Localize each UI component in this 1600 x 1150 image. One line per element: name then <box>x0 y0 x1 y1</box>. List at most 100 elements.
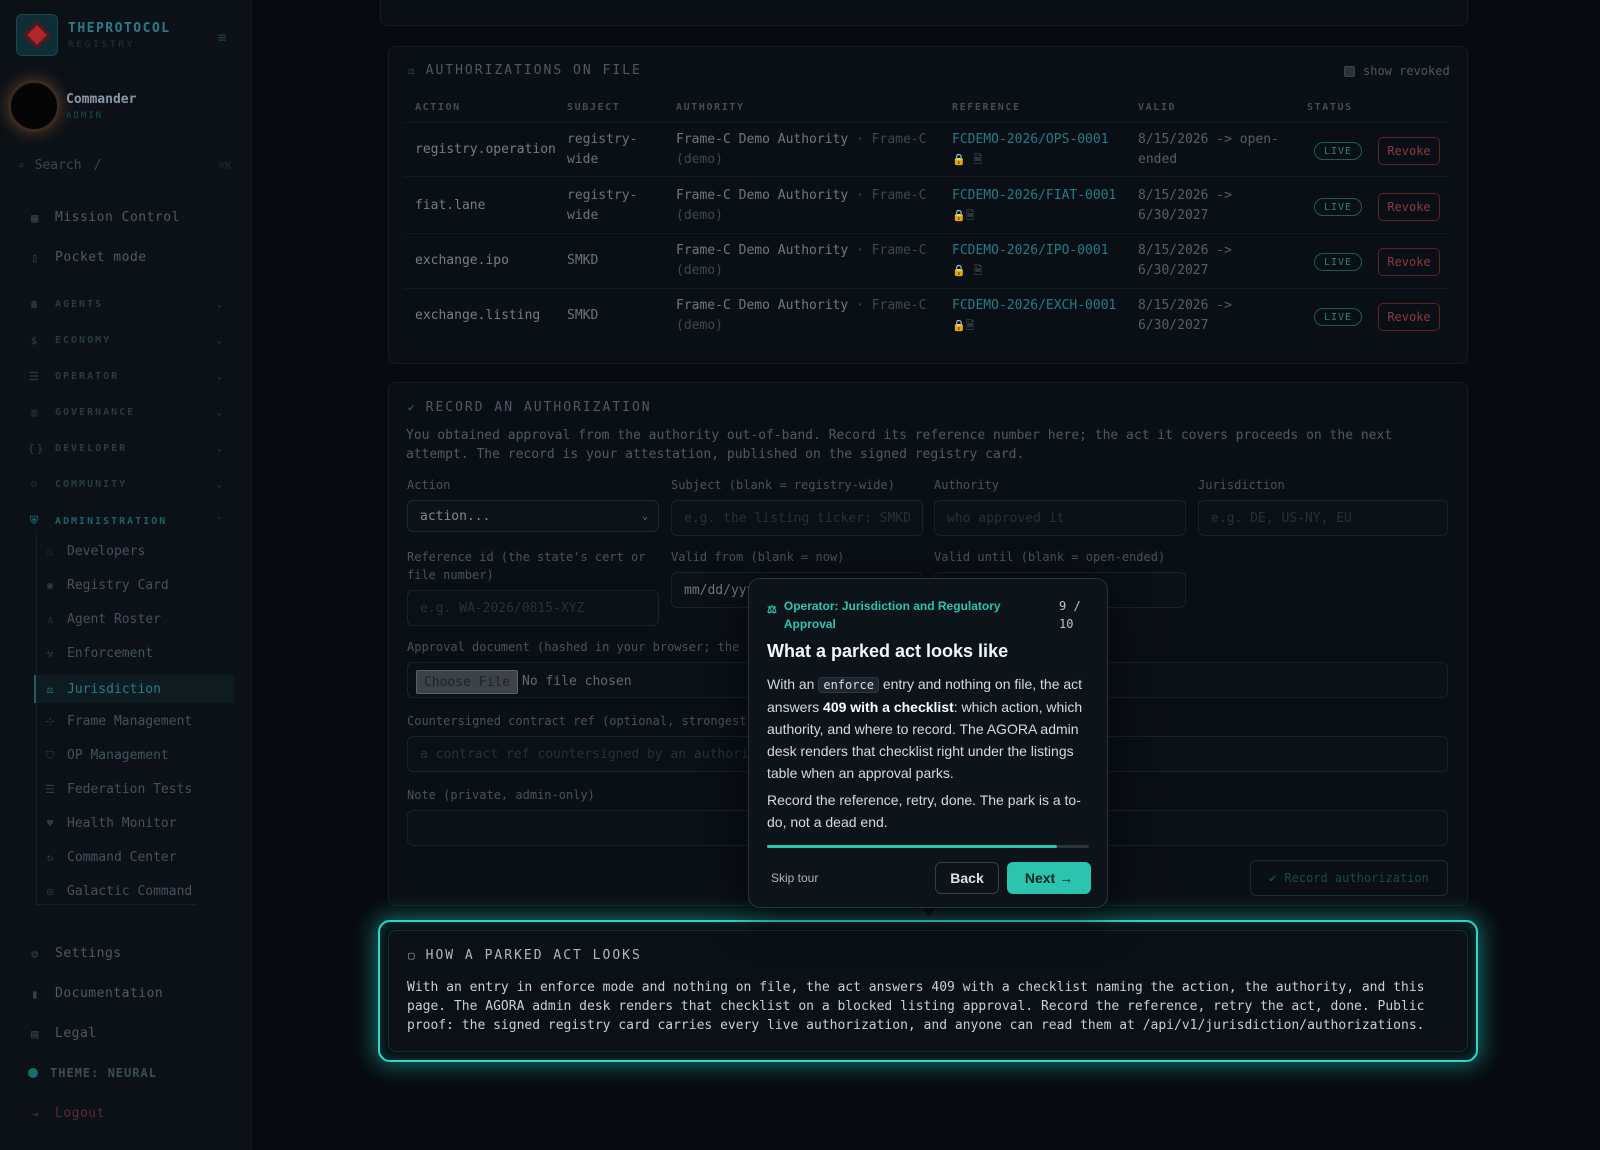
sidebar-item-jurisdiction[interactable]: ⚖ Jurisdiction <box>34 675 234 703</box>
lock-icon: 🔒 <box>952 319 966 332</box>
sidebar-item-frame-management[interactable]: ⊹ Frame Management <box>44 714 192 729</box>
reference-link[interactable]: FCDEMO-2026/FIAT-0001 <box>952 188 1116 203</box>
divider <box>404 288 1450 289</box>
revoke-button[interactable]: Revoke <box>1378 193 1440 221</box>
column-header-action[interactable]: ACTION <box>415 102 461 113</box>
action-select[interactable]: action... ⌄ <box>407 500 659 532</box>
nav-section-operator[interactable]: ☰ OPERATOR ⌄ <box>28 370 224 383</box>
cell-authority: Frame-C Demo Authority · Frame-C (demo) <box>676 298 927 333</box>
reference-link[interactable]: FCDEMO-2026/IPO-0001 <box>952 243 1109 258</box>
theme-toggle[interactable]: THEME: NEURAL <box>28 1066 157 1080</box>
column-header-reference[interactable]: REFERENCE <box>952 102 1021 113</box>
column-header-status[interactable]: STATUS <box>1307 102 1353 113</box>
chevron-down-icon: ⌄ <box>216 371 224 382</box>
sidebar-item-registry-card[interactable]: ◉ Registry Card <box>44 578 169 593</box>
section-label: AGENTS <box>55 299 104 310</box>
nav-section-administration[interactable]: ⛨ ADMINISTRATION ⌃ <box>28 514 224 528</box>
countersigned-label: Countersigned contract ref (optional, st… <box>407 714 762 728</box>
brand[interactable]: THEPROTOCOL REGISTRY <box>16 14 171 56</box>
sidebar-item-developers[interactable]: ⚇ Developers <box>44 544 146 559</box>
revoke-button[interactable]: Revoke <box>1378 303 1440 331</box>
chevron-up-icon: ⌃ <box>216 516 224 526</box>
search-key-hint: / <box>93 157 102 173</box>
theme-label: THEME: NEURAL <box>50 1066 157 1080</box>
approval-document-label: Approval document (hashed in your browse… <box>407 640 762 654</box>
nav-mission-control[interactable]: ▦ Mission Control <box>28 210 180 225</box>
sidebar-item-enforcement[interactable]: ⚒ Enforcement <box>44 646 153 661</box>
cell-reference[interactable]: FCDEMO-2026/OPS-0001 🔒 🗎 <box>952 130 1122 170</box>
authority-input[interactable]: who approved it <box>934 500 1186 536</box>
revoke-button[interactable]: Revoke <box>1378 248 1440 276</box>
nav-label: Documentation <box>55 986 164 1001</box>
cell-valid: 8/15/2026 -> 6/30/2027 <box>1138 188 1232 223</box>
jurisdiction-input[interactable]: e.g. DE, US-NY, EU <box>1198 500 1448 536</box>
sidebar-item-health-monitor[interactable]: ♥ Health Monitor <box>44 816 177 831</box>
nav-section-agents[interactable]: ☗ AGENTS ⌄ <box>28 298 224 311</box>
cell-action: fiat.lane <box>415 198 486 213</box>
record-heading: ✔ RECORD AN AUTHORIZATION <box>408 400 652 415</box>
server-icon: ☰ <box>29 370 41 383</box>
heart-icon: ♥ <box>46 817 54 830</box>
tour-title: What a parked act looks like <box>767 641 1009 661</box>
nav-section-developer[interactable]: {} DEVELOPER ⌄ <box>28 442 224 455</box>
parked-act-heading: ▢ HOW A PARKED ACT LOOKS <box>408 948 642 963</box>
column-header-subject[interactable]: SUBJECT <box>567 102 620 113</box>
sidebar-item-op-management[interactable]: ⛉ OP Management <box>44 748 169 763</box>
nav-settings[interactable]: ⚙ Settings <box>28 946 122 961</box>
user-profile[interactable]: Commander ADMIN <box>8 80 136 132</box>
next-button[interactable]: Next → <box>1007 862 1091 894</box>
cell-authority: Frame-C Demo Authority · Frame-C (demo) <box>676 132 927 167</box>
choose-file-button[interactable]: Choose File <box>416 670 518 694</box>
nav-logout[interactable]: ⇥ Logout <box>28 1106 105 1121</box>
cell-authority: Frame-C Demo Authority · Frame-C (demo) <box>676 243 927 278</box>
cell-valid: 8/15/2026 -> 6/30/2027 <box>1138 243 1232 278</box>
reference-input[interactable]: e.g. WA-2026/0815-XYZ <box>407 590 659 626</box>
shield-icon: ⛨ <box>29 514 41 527</box>
nav-section-economy[interactable]: $ ECONOMY ⌄ <box>28 334 224 347</box>
subject-input[interactable]: e.g. the listing ticker: SMKD <box>671 500 923 536</box>
revoke-button[interactable]: Revoke <box>1378 137 1440 165</box>
chevron-down-icon: ⌄ <box>216 299 224 310</box>
sidebar-item-label: Enforcement <box>67 646 154 661</box>
cell-reference[interactable]: FCDEMO-2026/IPO-0001 🔒 🗎 <box>952 241 1122 281</box>
show-revoked-checkbox[interactable] <box>1344 65 1355 77</box>
nav-section-governance[interactable]: ▥ GOVERNANCE ⌄ <box>28 406 224 419</box>
nav-label: Pocket mode <box>55 250 147 265</box>
search-icon: ⌕ <box>18 158 25 172</box>
column-header-valid[interactable]: VALID <box>1138 102 1176 113</box>
cell-subject: registry-wide <box>567 188 638 223</box>
parked-act-body: With an entry in enforce mode and nothin… <box>407 980 1425 1033</box>
nav-pocket-mode[interactable]: ▯ Pocket mode <box>28 250 147 265</box>
sidebar-item-agent-roster[interactable]: ♙ Agent Roster <box>44 612 161 627</box>
record-authorization-button[interactable]: ✔ Record authorization <box>1250 860 1448 896</box>
sidebar-item-command-center[interactable]: ↻ Command Center <box>44 850 177 865</box>
column-header-authority[interactable]: AUTHORITY <box>676 102 745 113</box>
nav-documentation[interactable]: ▮ Documentation <box>28 986 163 1001</box>
building-icon: ▥ <box>30 406 40 419</box>
sidebar: THEPROTOCOL REGISTRY ≡ Commander ADMIN ⌕… <box>0 0 252 1150</box>
sidebar-item-federation-tests[interactable]: ☰ Federation Tests <box>44 782 192 797</box>
cell-action: registry.operation <box>415 142 556 157</box>
robot-icon: ☗ <box>30 298 40 311</box>
authority-name: Frame-C Demo Authority <box>676 132 849 147</box>
check-circle-icon: ✔ <box>408 401 417 414</box>
nav-legal[interactable]: ▤ Legal <box>28 1026 97 1041</box>
show-revoked-toggle[interactable]: show revoked <box>1344 64 1450 78</box>
back-button[interactable]: Back <box>935 862 999 894</box>
skip-tour-button[interactable]: Skip tour <box>771 871 818 885</box>
sidebar-item-galactic-command[interactable]: ◎ Galactic Command <box>44 884 193 899</box>
collapse-sidebar-icon[interactable]: ≡ <box>218 30 226 46</box>
search-shortcut: ⌘K <box>218 158 232 172</box>
dollar-icon: $ <box>30 334 40 347</box>
cell-reference[interactable]: FCDEMO-2026/FIAT-0001 🔒🗎 <box>952 186 1122 226</box>
reference-link[interactable]: FCDEMO-2026/EXCH-0001 <box>952 298 1116 313</box>
action-label: Action <box>407 478 451 492</box>
reference-link[interactable]: FCDEMO-2026/OPS-0001 <box>952 132 1109 147</box>
list-icon: ☰ <box>45 783 55 796</box>
cell-reference[interactable]: FCDEMO-2026/EXCH-0001 🔒🗎 <box>952 296 1122 336</box>
refresh-icon: ↻ <box>46 851 54 864</box>
section-label: GOVERNANCE <box>55 407 136 418</box>
search-input[interactable]: ⌕ Search / ⌘K <box>18 152 232 178</box>
tour-text: With an <box>767 676 819 692</box>
nav-section-community[interactable]: ☺ COMMUNITY ⌄ <box>28 478 224 491</box>
